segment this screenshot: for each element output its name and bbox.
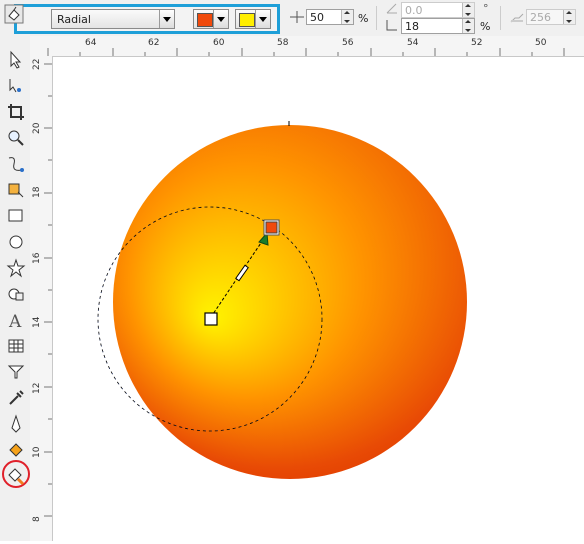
shape-tool-icon[interactable]	[6, 76, 26, 96]
ruler-label: 60	[213, 38, 225, 48]
to-color-picker[interactable]	[235, 9, 271, 29]
angle-icon	[386, 3, 397, 14]
ruler-label: 20	[32, 122, 42, 134]
polygon-tool-icon[interactable]	[6, 258, 26, 278]
freehand-tool-icon[interactable]	[6, 154, 26, 174]
angle-value: 0.0	[405, 4, 423, 17]
edge-pad-value: 50	[310, 11, 324, 24]
edge-pad-stepper[interactable]	[341, 10, 353, 24]
separator	[376, 6, 377, 30]
center-offset-input[interactable]: 18	[401, 18, 475, 34]
ruler-label: 8	[32, 516, 42, 522]
text-tool-icon[interactable]: A	[6, 310, 26, 330]
interactive-fill-tool-icon[interactable]	[6, 466, 26, 486]
angle-unit: °	[483, 2, 489, 15]
ruler-label: 56	[342, 38, 354, 48]
ruler-label: 18	[32, 186, 42, 198]
chevron-down-icon	[159, 10, 174, 28]
fill-tool-icon[interactable]	[6, 440, 26, 460]
from-color-swatch	[197, 13, 213, 27]
steps-value: 256	[530, 11, 551, 24]
ruler-label: 52	[471, 38, 483, 48]
vertical-ruler[interactable]: 22 20 18 16 14 12 10 8	[30, 56, 53, 541]
zoom-tool-icon[interactable]	[6, 128, 26, 148]
svg-text:A: A	[8, 312, 22, 330]
from-color-picker[interactable]	[193, 9, 229, 29]
chevron-down-icon	[255, 10, 270, 28]
crop-tool-icon[interactable]	[6, 102, 26, 122]
interactive-fill-icon[interactable]	[4, 4, 24, 24]
ruler-label: 14	[32, 316, 42, 328]
separator	[500, 6, 501, 30]
end-color-swatch	[265, 221, 278, 234]
ellipse-tool-icon[interactable]	[6, 232, 26, 252]
eyedropper-tool-icon[interactable]	[6, 388, 26, 408]
toolbox: A	[0, 36, 31, 541]
steps-stepper[interactable]	[563, 10, 575, 24]
ruler-label: 16	[32, 252, 42, 264]
pick-tool-icon[interactable]	[6, 50, 26, 70]
ruler-label: 12	[32, 382, 42, 394]
ruler-label: 10	[32, 446, 42, 458]
center-offset-unit: %	[480, 20, 491, 33]
gradient-circle[interactable]	[113, 125, 467, 479]
edge-pad-input[interactable]: 50	[306, 9, 354, 25]
ruler-ticks	[44, 63, 52, 517]
to-color-swatch	[239, 13, 255, 27]
outline-tool-icon[interactable]	[6, 414, 26, 434]
edge-pad-icon	[290, 11, 304, 23]
fill-type-dropdown[interactable]: Radial	[51, 9, 175, 29]
center-offset-stepper[interactable]	[462, 19, 474, 33]
start-color-handle[interactable]	[204, 312, 218, 326]
ruler-label: 58	[277, 38, 289, 48]
steps-lock-icon[interactable]	[510, 11, 524, 23]
property-bar: Radial 50 % 0.0 ° 18 % 256	[0, 0, 584, 37]
fill-type-value: Radial	[57, 13, 91, 26]
angle-input[interactable]: 0.0	[401, 2, 475, 18]
ruler-label: 22	[32, 58, 42, 70]
center-offset-icon	[386, 20, 397, 31]
canvas-drawing	[97, 121, 467, 479]
ruler-label: 50	[535, 38, 547, 48]
ruler-label: 64	[85, 38, 97, 48]
center-offset-value: 18	[405, 20, 419, 33]
ruler-ticks	[47, 48, 565, 56]
angle-stepper[interactable]	[462, 3, 474, 17]
steps-input[interactable]: 256	[526, 9, 576, 25]
rectangle-tool-icon[interactable]	[6, 206, 26, 226]
chevron-down-icon	[213, 10, 228, 28]
horizontal-ruler[interactable]: 64 62 60 58 56 54 52 50	[35, 36, 584, 57]
basic-shapes-tool-icon[interactable]	[6, 284, 26, 304]
dimension-tool-icon[interactable]	[6, 362, 26, 382]
table-tool-icon[interactable]	[6, 336, 26, 356]
edge-pad-unit: %	[358, 12, 369, 25]
ruler-label: 54	[407, 38, 419, 48]
smart-fill-tool-icon[interactable]	[6, 180, 26, 200]
drawing-canvas[interactable]	[53, 57, 584, 541]
ruler-label: 62	[148, 38, 160, 48]
